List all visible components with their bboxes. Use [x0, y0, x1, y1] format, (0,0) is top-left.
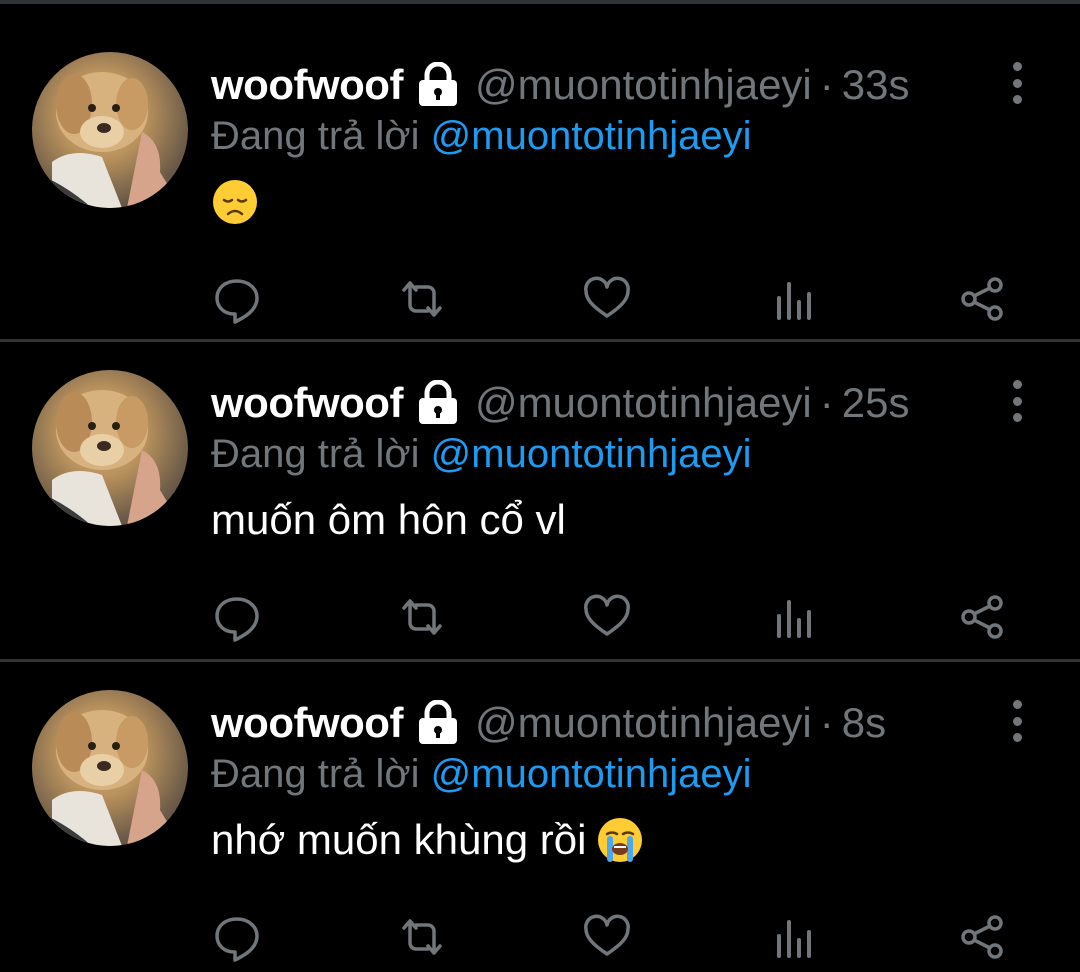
more-icon[interactable] [1000, 700, 1034, 742]
reply-context: Đang trả lời @muontotinhjaeyi [211, 432, 751, 477]
tweet-header: woofwoof @muontotinhjaeyi · 25s [211, 376, 909, 430]
reply-icon[interactable] [210, 272, 264, 326]
handle[interactable]: @muontotinhjaeyi [475, 61, 812, 109]
reply-icon[interactable] [210, 910, 264, 964]
timestamp[interactable]: 8s [842, 699, 886, 747]
handle[interactable]: @muontotinhjaeyi [475, 699, 812, 747]
lock-icon [415, 699, 461, 746]
tweet-text [211, 178, 259, 226]
disappointed-face-icon [211, 178, 259, 226]
reply-context: Đang trả lời @muontotinhjaeyi [211, 114, 751, 159]
tweet-text-content: muốn ôm hôn cổ vl [211, 496, 566, 543]
heart-icon[interactable] [580, 910, 634, 964]
action-bar [0, 590, 1080, 644]
tweet[interactable]: woofwoof @muontotinhjaeyi · 25s Đang trả… [0, 324, 1080, 642]
separator: · [819, 379, 834, 426]
tweet-text-content: nhớ muốn khùng rồi [211, 816, 587, 863]
views-icon[interactable] [768, 910, 822, 964]
display-name[interactable]: woofwoof [211, 699, 403, 747]
reply-icon[interactable] [210, 590, 264, 644]
action-bar [0, 272, 1080, 326]
top-divider [0, 0, 1080, 4]
lock-icon [415, 379, 461, 426]
tweet-header: woofwoof @muontotinhjaeyi · 8s [211, 696, 886, 750]
heart-icon[interactable] [580, 272, 634, 326]
reply-prefix: Đang trả lời [211, 752, 420, 796]
share-icon[interactable] [955, 910, 1009, 964]
loudly-crying-face-icon [596, 816, 644, 864]
retweet-icon[interactable] [395, 590, 449, 644]
reply-mention-link[interactable]: @muontotinhjaeyi [431, 752, 752, 796]
timestamp[interactable]: 33s [842, 61, 910, 109]
more-icon[interactable] [1000, 62, 1034, 104]
retweet-icon[interactable] [395, 910, 449, 964]
display-name[interactable]: woofwoof [211, 61, 403, 109]
display-name[interactable]: woofwoof [211, 379, 403, 427]
action-bar [0, 910, 1080, 964]
separator: · [819, 61, 834, 108]
views-icon[interactable] [768, 272, 822, 326]
share-icon[interactable] [955, 272, 1009, 326]
timestamp[interactable]: 25s [842, 379, 910, 427]
views-icon[interactable] [768, 590, 822, 644]
tweet-text: muốn ôm hôn cổ vl [211, 496, 566, 544]
tweet[interactable]: woofwoof @muontotinhjaeyi · 8s Đang trả … [0, 644, 1080, 962]
reply-context: Đang trả lời @muontotinhjaeyi [211, 752, 751, 797]
lock-icon [415, 61, 461, 108]
separator: · [819, 699, 834, 746]
tweet-text: nhớ muốn khùng rồi [211, 816, 644, 864]
share-icon[interactable] [955, 590, 1009, 644]
more-icon[interactable] [1000, 380, 1034, 422]
tweet-header: woofwoof @muontotinhjaeyi · 33s [211, 58, 909, 112]
reply-mention-link[interactable]: @muontotinhjaeyi [431, 432, 752, 476]
avatar[interactable] [32, 690, 188, 846]
retweet-icon[interactable] [395, 272, 449, 326]
avatar[interactable] [32, 52, 188, 208]
reply-mention-link[interactable]: @muontotinhjaeyi [431, 114, 752, 158]
reply-prefix: Đang trả lời [211, 432, 420, 476]
tweet[interactable]: woofwoof @muontotinhjaeyi · 33s Đang trả… [0, 6, 1080, 324]
heart-icon[interactable] [580, 590, 634, 644]
reply-prefix: Đang trả lời [211, 114, 420, 158]
avatar[interactable] [32, 370, 188, 526]
handle[interactable]: @muontotinhjaeyi [475, 379, 812, 427]
